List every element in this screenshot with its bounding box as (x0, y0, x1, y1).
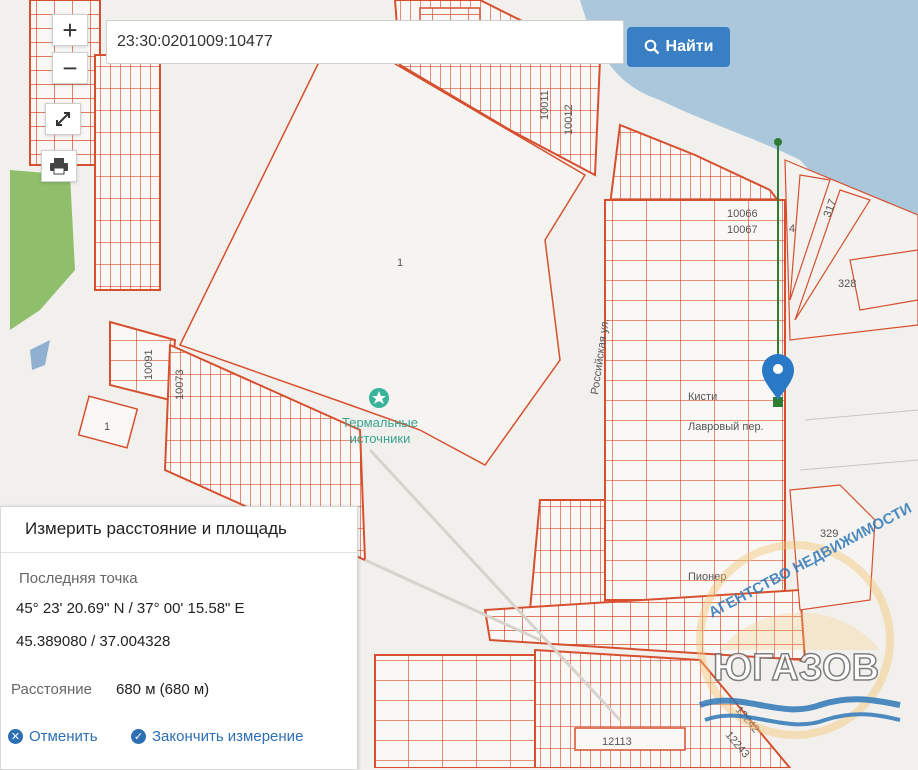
parcel-block (94, 54, 161, 291)
parcel-block (528, 499, 606, 611)
measure-panel-title: Измерить расстояние и площадь (25, 519, 287, 538)
zoom-in-button[interactable]: + (52, 14, 88, 46)
plot-label: 1 (104, 421, 110, 433)
distance-label: Расстояние (11, 681, 93, 698)
plot-label: 10011 (539, 90, 551, 120)
finish-label: Закончить измерение (152, 728, 304, 745)
panel-divider (1, 552, 357, 553)
street-label: Лавровый пер. (688, 421, 764, 433)
plot-label: 328 (838, 278, 856, 290)
plot-label: 10012 (563, 104, 575, 135)
coords-dms: 45° 23' 20.69" N / 37° 00' 15.58" E (16, 600, 245, 617)
plot-label: 10067 (727, 224, 758, 236)
finish-measure-button[interactable]: ✓ Закончить измерение (131, 728, 303, 745)
zoom-in-label: + (62, 14, 78, 45)
poi-label-line2: источники (350, 431, 411, 446)
plot-label: 12113 (602, 736, 632, 748)
check-icon: ✓ (131, 729, 146, 744)
zoom-out-button[interactable]: − (52, 52, 88, 84)
watermark-brand: ЮГАЗОВ (713, 647, 879, 689)
parcel-block (374, 654, 536, 768)
plot-label: 10073 (174, 369, 186, 400)
zoom-out-label: − (62, 52, 78, 83)
plot-label: 10066 (727, 208, 758, 220)
print-button[interactable] (41, 150, 77, 182)
measure-start-point (774, 138, 782, 146)
star-icon[interactable] (369, 388, 389, 408)
search-input[interactable] (107, 21, 623, 63)
last-point-label: Последняя точка (19, 570, 138, 587)
search-icon (644, 39, 659, 55)
print-icon (50, 158, 68, 175)
cancel-measure-button[interactable]: ✕ Отменить (8, 728, 98, 745)
poi-label-line1: Термальные (342, 415, 418, 430)
plot-label: 1 (397, 257, 403, 269)
plot-label: 10091 (143, 349, 155, 380)
street-label: Кисти (688, 391, 717, 403)
fullscreen-button[interactable] (45, 103, 81, 135)
cancel-label: Отменить (29, 728, 98, 745)
coords-decimal: 45.389080 / 37.004328 (16, 633, 171, 650)
distance-value: 680 м (680 м) (116, 681, 210, 698)
expand-icon (56, 112, 70, 126)
plot-label: 4 (789, 223, 795, 235)
search-button-label: Найти (665, 38, 714, 55)
search-field[interactable] (106, 20, 624, 64)
search-button[interactable]: Найти (627, 27, 730, 67)
close-icon: ✕ (8, 729, 23, 744)
